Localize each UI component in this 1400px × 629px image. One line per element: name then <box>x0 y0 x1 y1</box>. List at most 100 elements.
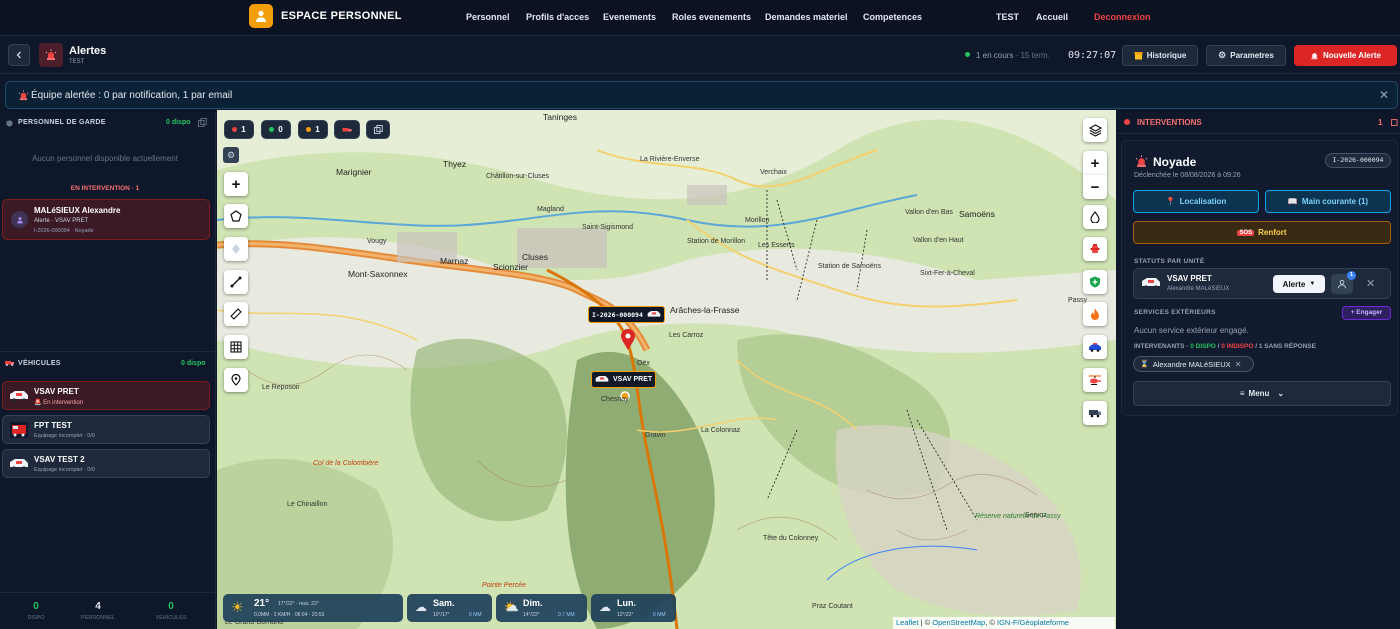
avatar <box>11 211 28 228</box>
nav-personnel[interactable]: Personnel <box>466 12 510 22</box>
ruler-icon[interactable] <box>224 302 248 326</box>
vehicle-status: Equipage incomplet · 0/0 <box>34 433 95 439</box>
vehicle-icon[interactable] <box>1083 401 1107 425</box>
weather-today[interactable]: ☀ 21° 17°/22° · ress. 22° 0.0MM · 2 KM/H… <box>223 594 403 622</box>
user-logo-icon[interactable] <box>249 4 273 28</box>
history-button[interactable]: Historique <box>1122 45 1198 66</box>
renfort-button[interactable]: SOS Renfort <box>1133 221 1391 244</box>
hourglass-icon: ⌛ <box>1140 361 1149 368</box>
copy-icon[interactable] <box>1391 117 1400 126</box>
unit-status-select[interactable]: Alerte ▼ <box>1273 275 1325 293</box>
map-label: Marignier <box>336 167 372 177</box>
localisation-button[interactable]: 📍 Localisation <box>1133 190 1259 213</box>
map-label: Sixt-Fer-à-Cheval <box>920 270 975 277</box>
nav-demandes[interactable]: Demandes materiel <box>765 12 848 22</box>
vehicle-name: VSAV PRET <box>34 387 79 396</box>
osm-link[interactable]: OpenStreetMap <box>932 618 985 627</box>
polygon-icon[interactable] <box>224 204 248 228</box>
map-label: Les Esserts <box>758 242 795 249</box>
vehicle-card-fpt-test[interactable]: FPT TEST Equipage incomplet · 0/0 <box>2 415 210 444</box>
vehicles-count: 0 dispo <box>181 360 206 367</box>
status-summary: 1 en cours · 15 term. <box>976 51 1050 60</box>
shield-plus-icon[interactable] <box>1083 270 1107 294</box>
cloud-icon: ☁ <box>599 600 611 614</box>
pill-vehicles[interactable] <box>334 120 360 139</box>
map-label: Station de Samoëns <box>818 263 882 270</box>
nav-home[interactable]: Accueil <box>1036 12 1068 22</box>
pill-green[interactable]: 0 <box>261 120 291 139</box>
main-courante-button[interactable]: 📖 Main courante (1) <box>1265 190 1391 213</box>
close-icon[interactable]: ✕ <box>1366 277 1375 290</box>
pill-layers[interactable] <box>366 120 390 139</box>
pill-amber[interactable]: 1 <box>298 120 328 139</box>
leaflet-link[interactable]: Leaflet <box>896 618 919 627</box>
helicopter-icon[interactable] <box>1083 368 1107 392</box>
copy-icon[interactable] <box>198 118 207 127</box>
gear-icon: ⚙ <box>1218 50 1227 60</box>
map-label: Marnaz <box>440 256 469 266</box>
water-drop-icon[interactable] <box>1083 205 1107 229</box>
clock: 09:27:07 <box>1068 50 1117 61</box>
fire-truck-icon <box>10 422 28 438</box>
stat-vehicles-label: VÉHICULES <box>155 615 187 621</box>
map[interactable]: Taninges Marignier Thyez Marnaz Scionzie… <box>217 110 1116 629</box>
stat-personnel-value: 4 <box>95 601 101 612</box>
map-label: Station de Morillon <box>687 238 745 245</box>
location-pin-icon[interactable] <box>224 368 248 392</box>
close-icon[interactable]: ✕ <box>1379 88 1389 102</box>
person-card[interactable]: MALéSIEUX Alexandre Alerte · VSAV PRET I… <box>2 199 210 240</box>
nav-roles[interactable]: Roles evenements <box>672 12 751 22</box>
new-alert-button[interactable]: Nouvelle Alerte <box>1294 45 1397 66</box>
grid-icon[interactable] <box>224 335 248 359</box>
status-dot <box>965 52 970 57</box>
back-button[interactable] <box>8 44 30 66</box>
pill-red[interactable]: 1 <box>224 120 254 139</box>
zoom-out-button[interactable]: − <box>1083 175 1107 199</box>
nav-logout[interactable]: Deconnexion <box>1094 12 1151 22</box>
brand-title[interactable]: ESPACE PERSONNEL <box>281 10 402 22</box>
chevron-down-icon: ⌄ <box>1277 389 1285 398</box>
vehicle-name: VSAV TEST 2 <box>34 455 85 464</box>
book-icon: 📖 <box>1287 197 1298 206</box>
map-label: Réserve naturelle de Passy <box>975 513 1061 520</box>
live-dot <box>1124 119 1130 125</box>
nav-org[interactable]: TEST <box>996 12 1019 22</box>
gear-icon[interactable]: ⚙ <box>223 147 239 163</box>
settings-button[interactable]: ⚙ Parametres <box>1206 45 1286 66</box>
nav-evenements[interactable]: Evenements <box>603 12 656 22</box>
close-icon[interactable]: ✕ <box>1235 360 1242 369</box>
zoom-in-button[interactable]: + <box>1083 151 1107 175</box>
line-icon[interactable] <box>224 270 248 294</box>
intervenant-chip[interactable]: ⌛ Alexandre MALéSIEUX ✕ <box>1133 356 1254 372</box>
units-label: STATUTS PAR UNITÉ <box>1134 258 1205 265</box>
weather-sat[interactable]: ☁ Sam. 10°/17° 0 MM <box>407 594 492 622</box>
nav-profils[interactable]: Profils d'acces <box>526 12 589 22</box>
vehicle-card-vsav-pret[interactable]: VSAV PRET 🚨 En intervention <box>2 381 210 410</box>
siren-icon <box>39 43 63 67</box>
user-icon <box>16 216 23 223</box>
nav-competences[interactable]: Competences <box>863 12 922 22</box>
add-icon[interactable]: + <box>224 172 248 196</box>
engage-button[interactable]: + Engager <box>1342 306 1391 320</box>
map-label: Morillon <box>745 217 770 224</box>
vehicle-name: FPT TEST <box>34 421 72 430</box>
map-label: Les Carroz <box>669 332 704 339</box>
incident-marker-tag[interactable]: I-2026-000094 <box>588 306 665 323</box>
ign-link[interactable]: IGN-F/Géoplateforme <box>997 618 1069 627</box>
layers-icon[interactable] <box>1083 118 1107 142</box>
weather-sun[interactable]: ⛅ Dim. 14°/22° 0.7 MM <box>496 594 587 622</box>
intervenants-summary: INTERVENANTS · 0 DISPO / 0 INDISPO / 1 S… <box>1134 343 1316 350</box>
map-label: Pointe Percée <box>482 582 526 589</box>
hydrant-icon[interactable] <box>1083 237 1107 261</box>
police-car-icon[interactable] <box>1083 335 1107 359</box>
vehicle-marker-tag[interactable]: VSAV PRET <box>591 371 657 388</box>
weather-mon[interactable]: ☁ Lun. 12°/22° 0 MM <box>591 594 676 622</box>
menu-button[interactable]: ≡ Menu ⌄ <box>1133 381 1391 406</box>
marker-icon[interactable] <box>224 237 248 261</box>
person-name: MALéSIEUX Alexandre <box>34 206 121 215</box>
page-subtitle: TEST <box>69 59 85 65</box>
fire-icon[interactable] <box>1083 302 1107 326</box>
map-label: Oëx <box>637 360 650 367</box>
status-active: 1 en cours <box>976 51 1014 60</box>
vehicle-card-vsav-test-2[interactable]: VSAV TEST 2 Equipage incomplet · 0/0 <box>2 449 210 478</box>
